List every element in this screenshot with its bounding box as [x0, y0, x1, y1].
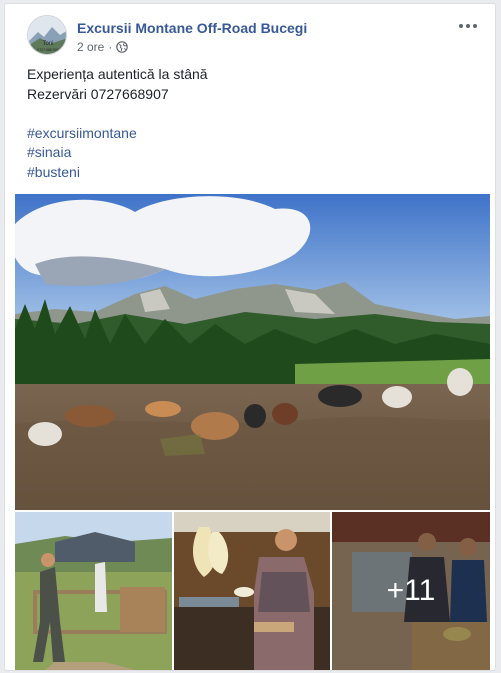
post-header: Toni 0727 668 907 Excursii Montane Off-R…: [27, 15, 485, 59]
post-text-line: Experiența autentică la stână: [27, 66, 208, 82]
more-photos-count: +11: [386, 574, 436, 607]
more-options-icon[interactable]: [457, 19, 479, 33]
man-at-table-photo[interactable]: +11: [332, 512, 490, 670]
post-card: Toni 0727 668 907 Excursii Montane Off-R…: [4, 3, 496, 671]
man-at-sheepfold-photo[interactable]: [15, 512, 172, 670]
post-time[interactable]: 2 ore: [77, 40, 104, 54]
avatar-label: Toni: [42, 41, 53, 47]
man-holding-cheese-photo[interactable]: [174, 512, 330, 670]
post-text-line: Rezervări 0727668907: [27, 85, 169, 102]
page-name-link[interactable]: Excursii Montane Off-Road Bucegi: [77, 20, 307, 36]
globe-icon[interactable]: [116, 41, 129, 53]
hashtag-link[interactable]: #sinaia: [27, 143, 481, 163]
thumbnail-row: +11: [15, 512, 490, 670]
hashtag-link[interactable]: #busteni: [27, 163, 481, 183]
hashtag-link[interactable]: #excursiimontane: [27, 124, 481, 144]
meta-separator: ·: [108, 40, 113, 54]
more-photos-overlay[interactable]: +11: [332, 512, 490, 670]
avatar-phone: 0727 668 907: [37, 48, 58, 52]
page-avatar[interactable]: Toni 0727 668 907: [27, 15, 67, 55]
post-text-blank-line: [27, 104, 481, 124]
mountain-pasture-cows-photo[interactable]: [15, 194, 490, 510]
post-text: Experiența autentică la stână Rezervări …: [27, 65, 481, 182]
post-meta: 2 ore ·: [77, 40, 129, 54]
